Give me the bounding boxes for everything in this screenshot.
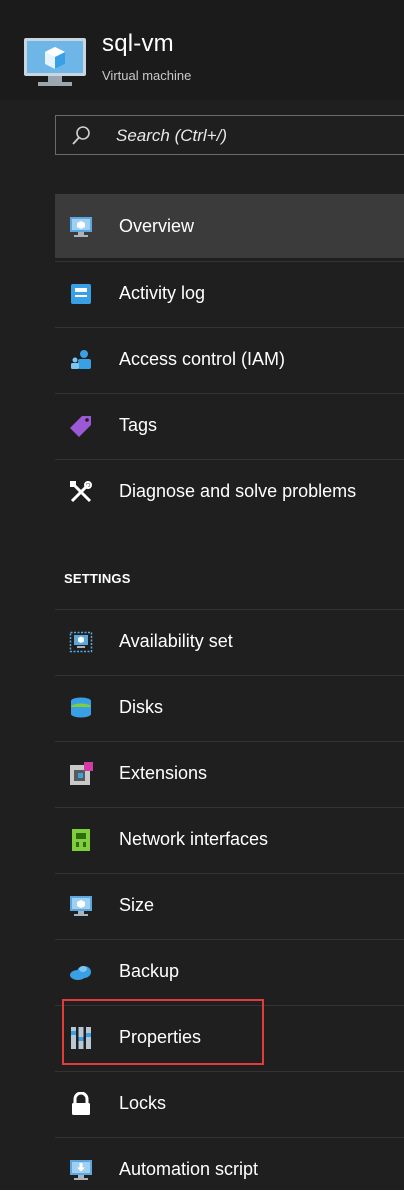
resource-title: sql-vm [102,30,174,57]
disks-icon [71,697,91,718]
resource-header: sql-vm Virtual machine [0,0,404,100]
wrench-icon [70,481,92,503]
monitor-icon [70,896,92,916]
menu-item-label: Backup [119,961,180,981]
menu-item-label: Overview [119,216,195,236]
menu-item-automation-script[interactable]: Automation script [55,1137,404,1201]
resource-menu-panel: sql-vm Virtual machine Overview Activity… [0,0,404,1190]
menu-item-label: Availability set [119,631,233,651]
menu-item-label: Disks [119,697,163,717]
tag-icon [70,416,91,437]
menu-item-disks[interactable]: Disks [55,675,404,739]
menu-item-label: Diagnose and solve problems [119,481,357,501]
menu-item-size[interactable]: Size [55,873,404,937]
users-icon [71,350,91,369]
menu-item-label: Access control (IAM) [119,349,286,369]
menu-item-backup[interactable]: Backup [55,939,404,1003]
resource-subtitle: Virtual machine [102,68,192,83]
highlight-box [62,999,264,1065]
virtual-machine-icon [24,38,86,86]
search-input[interactable] [114,123,398,149]
availability-set-icon [69,631,93,653]
menu-item-label: Extensions [119,763,208,783]
extensions-icon [70,762,93,785]
menu-item-tags[interactable]: Tags [55,393,404,457]
menu-item-diagnose[interactable]: Diagnose and solve problems [55,459,404,523]
menu-item-label: Tags [119,415,158,435]
menu-item-access-control[interactable]: Access control (IAM) [55,327,404,391]
lock-icon [72,1092,90,1115]
menu-item-label: Size [119,895,155,915]
menu-item-label: Locks [119,1093,167,1113]
menu-item-activity-log[interactable]: Activity log [55,261,404,325]
settings-section-heading: SETTINGS [64,571,131,586]
menu-item-overview[interactable]: Overview [55,194,404,258]
cloud-backup-icon [70,966,91,980]
search-box[interactable] [55,115,404,155]
menu-item-extensions[interactable]: Extensions [55,741,404,805]
activity-log-icon [71,284,91,304]
monitor-icon [70,217,92,237]
menu-item-label: Automation script [119,1159,259,1179]
menu-item-availability-set[interactable]: Availability set [55,609,404,673]
menu-item-network-interfaces[interactable]: Network interfaces [55,807,404,871]
menu-item-label: Network interfaces [119,829,269,849]
search-icon [72,126,90,145]
download-monitor-icon [70,1160,92,1180]
menu-item-locks[interactable]: Locks [55,1071,404,1135]
menu-item-label: Activity log [119,283,206,303]
network-interface-icon [72,829,90,851]
